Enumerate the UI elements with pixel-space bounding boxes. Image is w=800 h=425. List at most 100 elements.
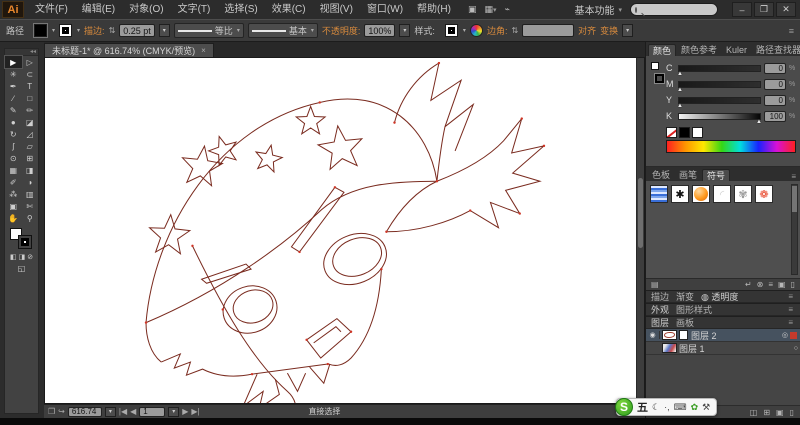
ime-settings-icon[interactable]: ⚒ <box>702 402 710 413</box>
layer1-name[interactable]: 图层 1 <box>679 342 705 355</box>
tab-color[interactable]: 颜色 <box>648 44 677 56</box>
transform-link[interactable]: 变换 <box>600 24 618 37</box>
symbol-stripes[interactable] <box>650 185 668 203</box>
last-artboard-icon[interactable]: ▶| <box>191 407 199 416</box>
menu-select[interactable]: 选择(S) <box>217 0 264 19</box>
arrange-documents-icon[interactable]: ▦▾ <box>484 4 496 15</box>
selection-tool[interactable]: ▶ <box>4 55 23 69</box>
symbol-libraries-icon[interactable]: ▤ <box>651 280 659 289</box>
new-layer-icon[interactable]: ▣ <box>776 408 784 417</box>
symbols-panel-menu-icon[interactable]: ≡ <box>791 172 798 181</box>
stroke-weight-label[interactable]: 描边: <box>84 24 105 37</box>
tab-brushes[interactable]: 画笔 <box>675 169 701 181</box>
prev-artboard-icon[interactable]: ◀ <box>130 407 136 416</box>
symbol-paper[interactable]: ◜ <box>713 185 731 203</box>
blob-brush-tool[interactable]: ● <box>5 116 22 128</box>
brush-definition-dropdown[interactable]: 基本 ▾ <box>247 23 318 38</box>
search-input[interactable] <box>637 5 747 14</box>
scale-tool[interactable]: ◿ <box>22 128 39 140</box>
stroke-weight-dropdown[interactable]: ▾ <box>158 24 170 37</box>
black-value[interactable]: 100 <box>764 110 786 122</box>
tab-transparency[interactable]: ◍ 透明度 <box>701 290 738 303</box>
restore-button[interactable]: ❐ <box>754 2 774 17</box>
eyedropper-tool[interactable]: ✐ <box>5 176 22 188</box>
menu-object[interactable]: 对象(O) <box>122 0 170 19</box>
menu-view[interactable]: 视图(V) <box>313 0 360 19</box>
symbol-sprayer-tool[interactable]: ⁂ <box>5 188 22 200</box>
stroke-color-swatch[interactable] <box>59 24 73 37</box>
gradient-mode-icon[interactable]: ◨ <box>19 253 26 261</box>
zoom-level-value[interactable]: 616.74 <box>67 406 102 417</box>
hand-tool[interactable]: ✋ <box>5 212 22 224</box>
magic-wand-tool[interactable]: ✳ <box>5 68 22 80</box>
color-spectrum-bar[interactable] <box>666 140 796 153</box>
magenta-value[interactable]: 0 <box>764 78 786 90</box>
graphic-style-swatch[interactable] <box>444 24 458 37</box>
corner-label[interactable]: 边角: <box>487 24 508 37</box>
new-sublayer-icon[interactable]: ⊞ <box>763 408 770 417</box>
layer-row-1[interactable]: 图层 1 ○ <box>646 342 800 355</box>
zoom-dropdown[interactable]: ▾ <box>104 406 116 417</box>
tab-appearance[interactable]: 外观 <box>651 303 669 316</box>
tab-gradient[interactable]: 渐变 <box>676 290 694 303</box>
black-slider[interactable]: ▲ <box>678 112 762 125</box>
vertical-scrollbar[interactable] <box>636 58 644 403</box>
opacity-value[interactable]: 100% <box>364 24 396 37</box>
screen-mode-button[interactable]: ◱ <box>5 264 38 273</box>
stroke-proxy-swatch[interactable] <box>18 235 32 249</box>
tab-symbols[interactable]: 符号 <box>702 169 731 181</box>
rectangle-tool[interactable]: □ <box>22 92 39 104</box>
status-icon-2[interactable]: ↪ <box>58 407 65 416</box>
cyan-value[interactable]: 0 <box>764 62 786 74</box>
symbol-ring[interactable]: ✾ <box>734 185 752 203</box>
artboard-dropdown[interactable]: ▾ <box>168 406 180 417</box>
layer1-target-icon[interactable]: ○ <box>794 345 800 352</box>
cyan-slider[interactable]: ▲ <box>677 64 761 77</box>
menu-file[interactable]: 文件(F) <box>28 0 75 19</box>
tab-kuler[interactable]: Kuler <box>722 44 751 56</box>
cs-live-icon[interactable]: ⌁ <box>504 4 509 15</box>
tab-color-guide[interactable]: 颜色参考 <box>677 44 721 56</box>
tab-layers[interactable]: 图层 <box>651 316 669 329</box>
symbol-flower[interactable]: ❁ <box>755 185 773 203</box>
layer2-name[interactable]: 图层 2 <box>691 329 717 342</box>
line-segment-tool[interactable]: ∕ <box>5 92 22 104</box>
layer-row-2[interactable]: ◉ 图层 2 ◎ <box>646 329 800 342</box>
ime-skin-icon[interactable]: ✿ <box>691 402 699 413</box>
ime-mode-label[interactable]: 五 <box>637 399 648 415</box>
mesh-tool[interactable]: ▦ <box>5 164 22 176</box>
fill-stroke-proxy[interactable] <box>5 227 38 253</box>
lasso-tool[interactable]: ⊂ <box>22 68 39 80</box>
search-box[interactable] <box>630 3 747 16</box>
white-swatch[interactable] <box>692 127 703 138</box>
place-symbol-icon[interactable]: ↵ <box>745 280 752 289</box>
color-fill-stroke-proxy[interactable] <box>650 60 666 164</box>
delete-symbol-icon[interactable]: ▯ <box>791 280 795 289</box>
tab-stroke[interactable]: 描边 <box>651 290 669 303</box>
toolbar-collapse-icon[interactable]: ◂◂ <box>5 49 38 56</box>
yellow-slider[interactable]: ▲ <box>677 96 761 109</box>
ime-keyboard-icon[interactable]: ⌨ <box>674 402 687 413</box>
menu-edit[interactable]: 编辑(E) <box>75 0 122 19</box>
tab-artboards[interactable]: 画板 <box>676 316 694 329</box>
make-clipping-mask-icon[interactable]: ◫ <box>750 408 758 417</box>
shape-builder-tool[interactable]: ⊙ <box>5 152 22 164</box>
stroke-stepper[interactable]: ⇅ <box>109 26 116 35</box>
opacity-label[interactable]: 不透明度: <box>322 24 361 37</box>
select-similar-dropdown[interactable]: ▾ <box>622 24 634 37</box>
ime-punct-icon[interactable]: ·, <box>664 402 670 412</box>
menu-help[interactable]: 帮助(H) <box>410 0 458 19</box>
align-link[interactable]: 对齐 <box>578 24 596 37</box>
pencil-tool[interactable]: ✏ <box>22 104 39 116</box>
minimize-button[interactable]: – <box>732 2 752 17</box>
canvas[interactable] <box>44 57 645 404</box>
free-transform-tool[interactable]: ▱ <box>22 140 39 152</box>
tab-graphic-styles[interactable]: 图形样式 <box>676 303 712 316</box>
width-tool[interactable]: ʃ <box>5 140 22 152</box>
blend-tool[interactable]: ◑ <box>22 176 39 188</box>
artboard-number-value[interactable]: 1 <box>139 406 166 417</box>
symbol-options-icon[interactable]: ≡ <box>768 280 773 289</box>
type-tool[interactable]: T <box>22 80 39 92</box>
menu-effect[interactable]: 效果(C) <box>265 0 313 19</box>
workspace-switcher[interactable]: 基本功能 ▾ <box>574 2 622 17</box>
